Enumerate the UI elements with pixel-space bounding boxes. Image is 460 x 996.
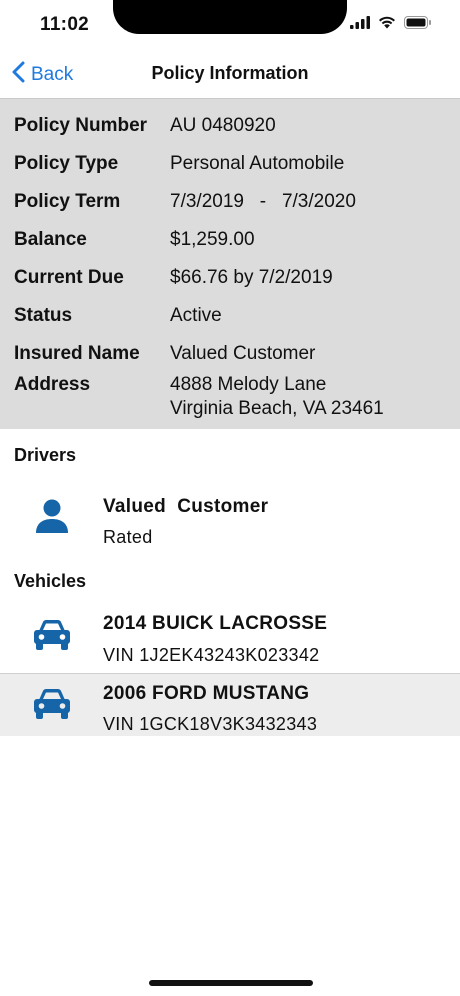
status-icons (350, 15, 432, 34)
policy-number-value: AU 0480920 (170, 115, 276, 136)
vehicle-vin: VIN 1J2EK43243K023342 (103, 645, 320, 665)
policy-term-label: Policy Term (14, 191, 121, 212)
address-line1: 4888 Melody Lane (170, 374, 327, 395)
battery-icon (404, 15, 432, 34)
car-icon (33, 688, 71, 725)
current-due-label: Current Due (14, 267, 124, 288)
policy-info-section: Policy Number AU 0480920 Policy Type Per… (0, 99, 460, 429)
driver-list-item[interactable]: Valued Customer Rated (0, 482, 460, 552)
page-title: Policy Information (151, 63, 309, 83)
driver-status: Rated (103, 527, 153, 547)
balance-value: $1,259.00 (170, 229, 255, 250)
insured-name-label: Insured Name (14, 343, 140, 364)
vehicle-list-item[interactable]: 2014 BUICK LACROSSE VIN 1J2EK43243K02334… (0, 605, 460, 667)
vehicle-list-item-selected[interactable]: 2006 FORD MUSTANG VIN 1GCK18V3K3432343 (0, 673, 460, 736)
policy-number-label: Policy Number (14, 115, 148, 136)
driver-name: Valued Customer (103, 496, 269, 517)
vehicle-title: 2006 FORD MUSTANG (103, 683, 310, 704)
vehicles-header: Vehicles (14, 571, 87, 591)
policy-type-label: Policy Type (14, 153, 119, 174)
home-indicator[interactable] (149, 980, 313, 986)
wifi-icon (378, 15, 396, 34)
address-label: Address (14, 374, 91, 395)
insured-name-value: Valued Customer (170, 343, 316, 364)
person-icon (34, 498, 70, 539)
car-icon (33, 619, 71, 656)
status-value: Active (170, 305, 222, 326)
vehicle-vin: VIN 1GCK18V3K3432343 (103, 714, 318, 734)
signal-icon (350, 15, 370, 34)
drivers-header: Drivers (14, 445, 77, 465)
policy-type-value: Personal Automobile (170, 153, 345, 174)
current-due-value: $66.76 by 7/2/2019 (170, 267, 333, 288)
status-time: 11:02 (40, 14, 90, 35)
balance-label: Balance (14, 229, 87, 250)
vehicle-title: 2014 BUICK LACROSSE (103, 613, 328, 634)
navigation-bar: Back Policy Information (0, 50, 460, 99)
address-line2: Virginia Beach, VA 23461 (170, 398, 384, 419)
status-label: Status (14, 305, 73, 326)
device-notch (113, 0, 347, 34)
status-bar: 11:02 (0, 0, 460, 50)
policy-term-value: 7/3/2019 - 7/3/2020 (170, 191, 356, 212)
